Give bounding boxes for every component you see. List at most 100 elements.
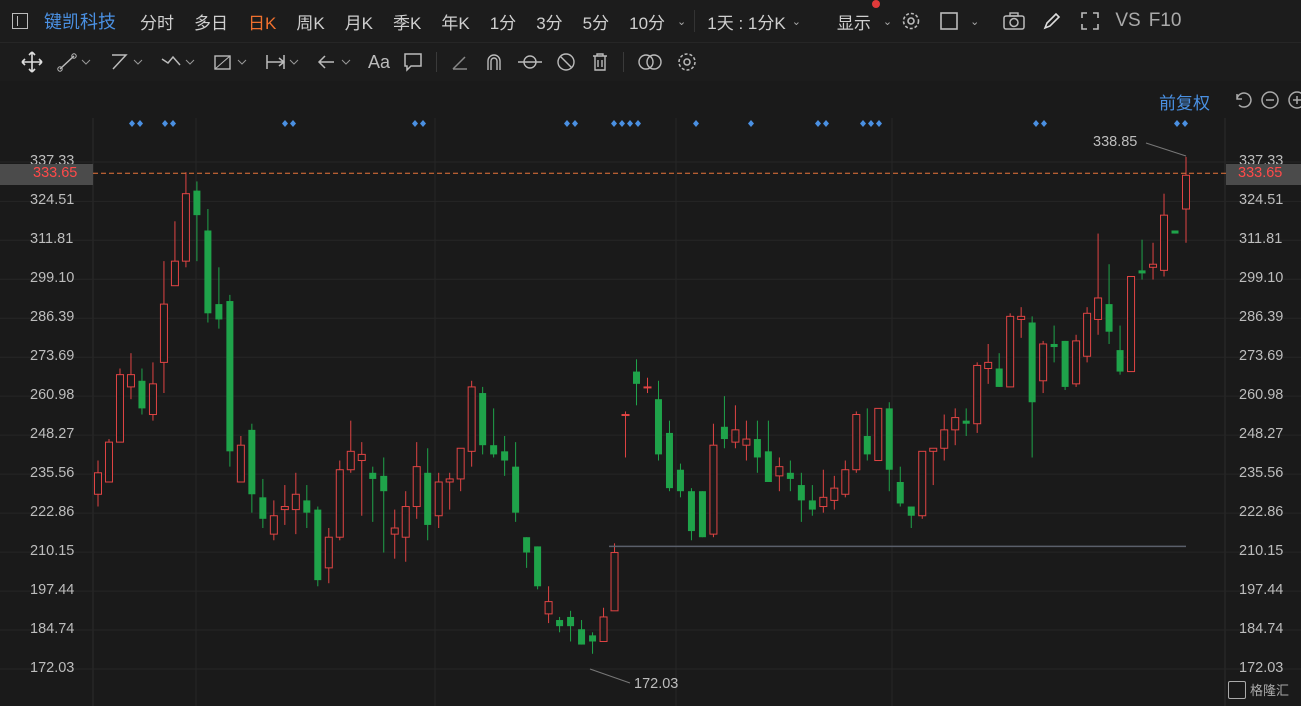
- candle: [434, 472, 443, 529]
- period-quarterly-k[interactable]: 季K: [393, 9, 421, 34]
- candle-body: [709, 444, 718, 535]
- candle: [984, 343, 993, 384]
- candle: [556, 616, 564, 633]
- watermark-logo: 格隆汇: [1228, 680, 1289, 699]
- candle-body: [324, 536, 333, 569]
- candle: [578, 620, 586, 645]
- period-5min[interactable]: 5分: [583, 9, 609, 34]
- candle: [599, 607, 608, 642]
- current-price-tag-left: 333.65: [0, 164, 93, 185]
- channel-icon[interactable]: [108, 50, 148, 74]
- candle: [269, 500, 278, 541]
- event-marker: [1033, 120, 1039, 127]
- candle-body: [1116, 350, 1124, 372]
- interval-select[interactable]: 1天 : 1分K: [707, 9, 785, 34]
- candle-body: [1182, 174, 1190, 210]
- trendline-icon[interactable]: [56, 50, 96, 74]
- pencil-icon[interactable]: [1041, 10, 1063, 32]
- eraser-line-icon[interactable]: [449, 50, 471, 74]
- vs-button[interactable]: VS: [1115, 10, 1140, 32]
- y-tick-label-left: 260.98: [30, 387, 75, 404]
- period-multiday[interactable]: 多日: [194, 9, 228, 34]
- hide-drawings-icon[interactable]: [555, 50, 577, 74]
- overlay-chevron-icon[interactable]: ⌄: [970, 15, 979, 28]
- period-10min[interactable]: 10分: [629, 9, 665, 34]
- candle-body: [314, 509, 322, 581]
- candle: [830, 475, 839, 510]
- period-fenshi[interactable]: 分时: [140, 9, 174, 34]
- arrow-left-icon[interactable]: [316, 50, 356, 74]
- candle: [633, 359, 641, 406]
- period-1min[interactable]: 1分: [490, 9, 516, 34]
- adjust-mode-label[interactable]: 前复权: [1159, 89, 1210, 114]
- candle-body: [896, 481, 904, 504]
- candlestick-chart[interactable]: [0, 0, 1301, 706]
- period-daily-k[interactable]: 日K: [248, 9, 276, 34]
- compare-rings-icon[interactable]: [636, 50, 664, 74]
- candle: [126, 353, 135, 400]
- candle-body: [148, 383, 157, 416]
- magnet-icon[interactable]: [483, 50, 505, 74]
- candle-body: [479, 393, 487, 446]
- candle-body: [94, 472, 102, 495]
- candle: [324, 528, 333, 584]
- period-weekly-k[interactable]: 周K: [296, 9, 324, 34]
- candle-body: [369, 472, 377, 479]
- candle-body: [885, 408, 893, 470]
- candle-body: [852, 414, 861, 471]
- interval-chevron-icon[interactable]: ⌄: [792, 15, 801, 28]
- y-tick-label-right: 260.98: [1239, 387, 1284, 404]
- range-measure-icon[interactable]: [264, 50, 304, 74]
- period-monthly-k[interactable]: 月K: [345, 9, 373, 34]
- y-tick-label-right: 248.27: [1239, 426, 1284, 443]
- candle-body: [291, 493, 300, 511]
- period-yearly-k[interactable]: 年K: [441, 9, 469, 34]
- candle-body: [1050, 343, 1058, 348]
- candle: [148, 362, 157, 421]
- event-marker: [693, 120, 699, 127]
- event-marker: [823, 120, 829, 127]
- y-tick-label-right: 184.74: [1239, 621, 1284, 638]
- drawing-settings-icon[interactable]: [676, 50, 698, 74]
- event-marker: [635, 120, 641, 127]
- candle: [236, 435, 245, 483]
- display-chevron-icon[interactable]: ⌄: [883, 15, 892, 28]
- y-tick-label-left: 222.86: [30, 504, 75, 521]
- candle: [445, 472, 454, 510]
- candle: [335, 460, 344, 541]
- zoom-in-icon[interactable]: [1287, 90, 1301, 115]
- undo-icon[interactable]: [1233, 90, 1253, 115]
- candle-body: [193, 190, 201, 216]
- period-3min[interactable]: 3分: [536, 9, 562, 34]
- sidebar-toggle-icon[interactable]: [12, 13, 28, 29]
- trash-icon[interactable]: [589, 50, 611, 74]
- grid-measure-icon[interactable]: [212, 50, 252, 74]
- candle-body: [940, 429, 949, 449]
- candle-body: [1105, 304, 1113, 332]
- candle: [896, 466, 904, 507]
- candle-body: [401, 506, 410, 538]
- y-tick-label-left: 172.03: [30, 660, 75, 676]
- comment-icon[interactable]: [402, 50, 424, 74]
- display-menu[interactable]: 显示: [837, 9, 871, 34]
- f10-button[interactable]: F10: [1149, 10, 1182, 32]
- lock-drawing-icon[interactable]: [517, 50, 543, 74]
- candle: [544, 586, 553, 624]
- candle-body: [633, 371, 641, 384]
- candle-body: [1061, 340, 1069, 387]
- zoom-out-icon[interactable]: [1260, 90, 1280, 115]
- text-tool-icon[interactable]: Aa: [368, 50, 390, 74]
- more-periods-chevron-icon[interactable]: ⌄: [677, 15, 686, 28]
- wave-line-icon[interactable]: [160, 50, 200, 74]
- candle: [314, 506, 322, 587]
- candle-body: [434, 481, 443, 517]
- candle-body: [115, 374, 124, 443]
- move-cross-icon[interactable]: [20, 50, 44, 74]
- overlay-square-icon[interactable]: [938, 10, 960, 32]
- settings-gear-icon[interactable]: [900, 10, 922, 32]
- event-marker: [627, 120, 633, 127]
- camera-icon[interactable]: [1003, 10, 1026, 32]
- symbol-name[interactable]: 键凯科技: [44, 8, 116, 34]
- fullscreen-icon[interactable]: [1079, 10, 1101, 32]
- candle-body: [412, 466, 421, 508]
